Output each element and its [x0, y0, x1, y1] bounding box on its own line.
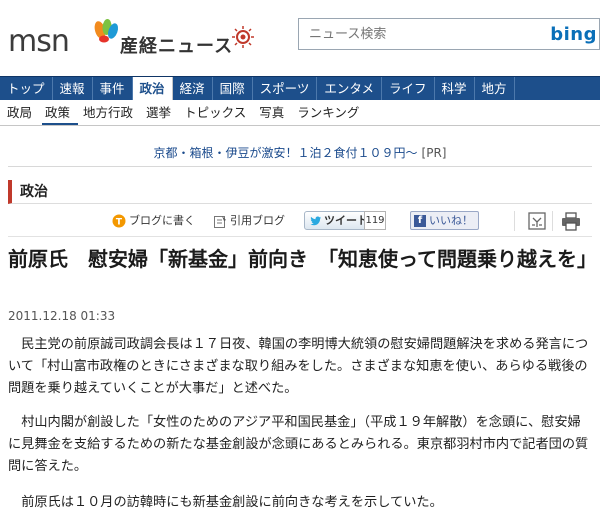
twitter-bird-icon [310, 216, 321, 226]
article-headline: 前原氏 慰安婦「新基金」前向き 「知恵使って問題乗り越えを」 [8, 247, 597, 271]
news-search-input[interactable] [299, 19, 539, 49]
pr-tag: [PR] [421, 146, 447, 160]
main-nav: トップ 速報 事件 政治 経済 国際 スポーツ エンタメ ライフ 科学 地方 [0, 76, 600, 100]
article-paragraph: 村山内閣が創設した「女性のためのアジア平和国民基金」（平成１９年解散）を念頭に、… [8, 415, 589, 474]
nav-item-incident[interactable]: 事件 [93, 77, 133, 100]
subnav-item-policy[interactable]: 政策 [42, 100, 79, 125]
tweet-label: ツイート [324, 214, 368, 227]
subnav-item-election[interactable]: 選挙 [143, 100, 179, 125]
subnav-item-local-gov[interactable]: 地方行政 [80, 100, 141, 125]
quote-blog-label: 引用ブログ [230, 214, 285, 227]
nav-item-sports[interactable]: スポーツ [253, 77, 318, 100]
subnav-item-seikyoku[interactable]: 政局 [4, 100, 40, 125]
nav-item-top[interactable]: トップ [0, 77, 53, 100]
nav-item-politics[interactable]: 政治 [132, 77, 173, 100]
msn-butterfly-icon [94, 19, 119, 43]
article-paragraph: 民主党の前原誠司政調会長は１７日夜、韓国の李明博大統領の慰安婦問題解決を求める発… [8, 337, 589, 396]
nav-item-life[interactable]: ライフ [382, 77, 435, 100]
facebook-icon: f [414, 215, 426, 227]
subnav-item-topics[interactable]: トピックス [181, 100, 254, 125]
promo-ad: 京都・箱根・伊豆が激安！１泊２食付１０９円〜 [PR] [0, 144, 600, 161]
subnav-item-ranking[interactable]: ランキング [294, 100, 367, 125]
toolbar-divider [514, 211, 515, 231]
nav-item-world[interactable]: 国際 [213, 77, 253, 100]
blog-write-label: ブログに書く [129, 214, 195, 227]
blog-write-icon: T [112, 214, 126, 228]
tweet-count: 119 [364, 211, 386, 230]
article-paragraph: 前原氏は１０月の訪韓時にも新基金創設に前向きな考えを示していた。 [21, 495, 443, 510]
bookmark-icon[interactable] [526, 210, 548, 232]
nav-item-entertainment[interactable]: エンタメ [317, 77, 382, 100]
quote-blog-link[interactable]: 引用ブログ [214, 212, 285, 230]
sankei-news-logo[interactable]: 産経ニュース [120, 32, 233, 58]
divider [8, 166, 592, 167]
sankei-sun-icon [232, 26, 254, 48]
quote-blog-icon [214, 215, 226, 228]
section-title: 政治 [20, 184, 48, 200]
nav-item-local[interactable]: 地方 [475, 77, 515, 100]
msn-logo-text: msn [8, 24, 70, 59]
facebook-like-button[interactable]: f いいね！ [410, 211, 479, 230]
blog-write-link[interactable]: T ブログに書く [112, 212, 195, 230]
bing-search-button[interactable]: bing [550, 24, 597, 45]
like-label: いいね！ [429, 214, 473, 227]
section-header: 政治 [8, 180, 592, 204]
nav-item-breaking[interactable]: 速報 [53, 77, 93, 100]
divider [8, 236, 592, 237]
nav-item-economy[interactable]: 経済 [173, 77, 213, 100]
site-header: msn 産経ニュース bing [0, 0, 600, 75]
promo-link[interactable]: 京都・箱根・伊豆が激安！１泊２食付１０９円〜 [154, 146, 418, 160]
article-timestamp: 2011.12.18 01:33 [8, 309, 116, 323]
share-toolbar: T ブログに書く 引用ブログ ツイート 119 f いいね！ [0, 208, 600, 234]
toolbar-divider [552, 211, 553, 231]
print-icon[interactable] [560, 210, 582, 232]
news-search-box: bing [298, 18, 600, 50]
nav-item-science[interactable]: 科学 [435, 77, 475, 100]
svg-text:T: T [116, 218, 123, 228]
sub-nav: 政局 政策 地方行政 選挙 トピックス 写真 ランキング [0, 100, 600, 126]
subnav-item-photo[interactable]: 写真 [256, 100, 292, 125]
